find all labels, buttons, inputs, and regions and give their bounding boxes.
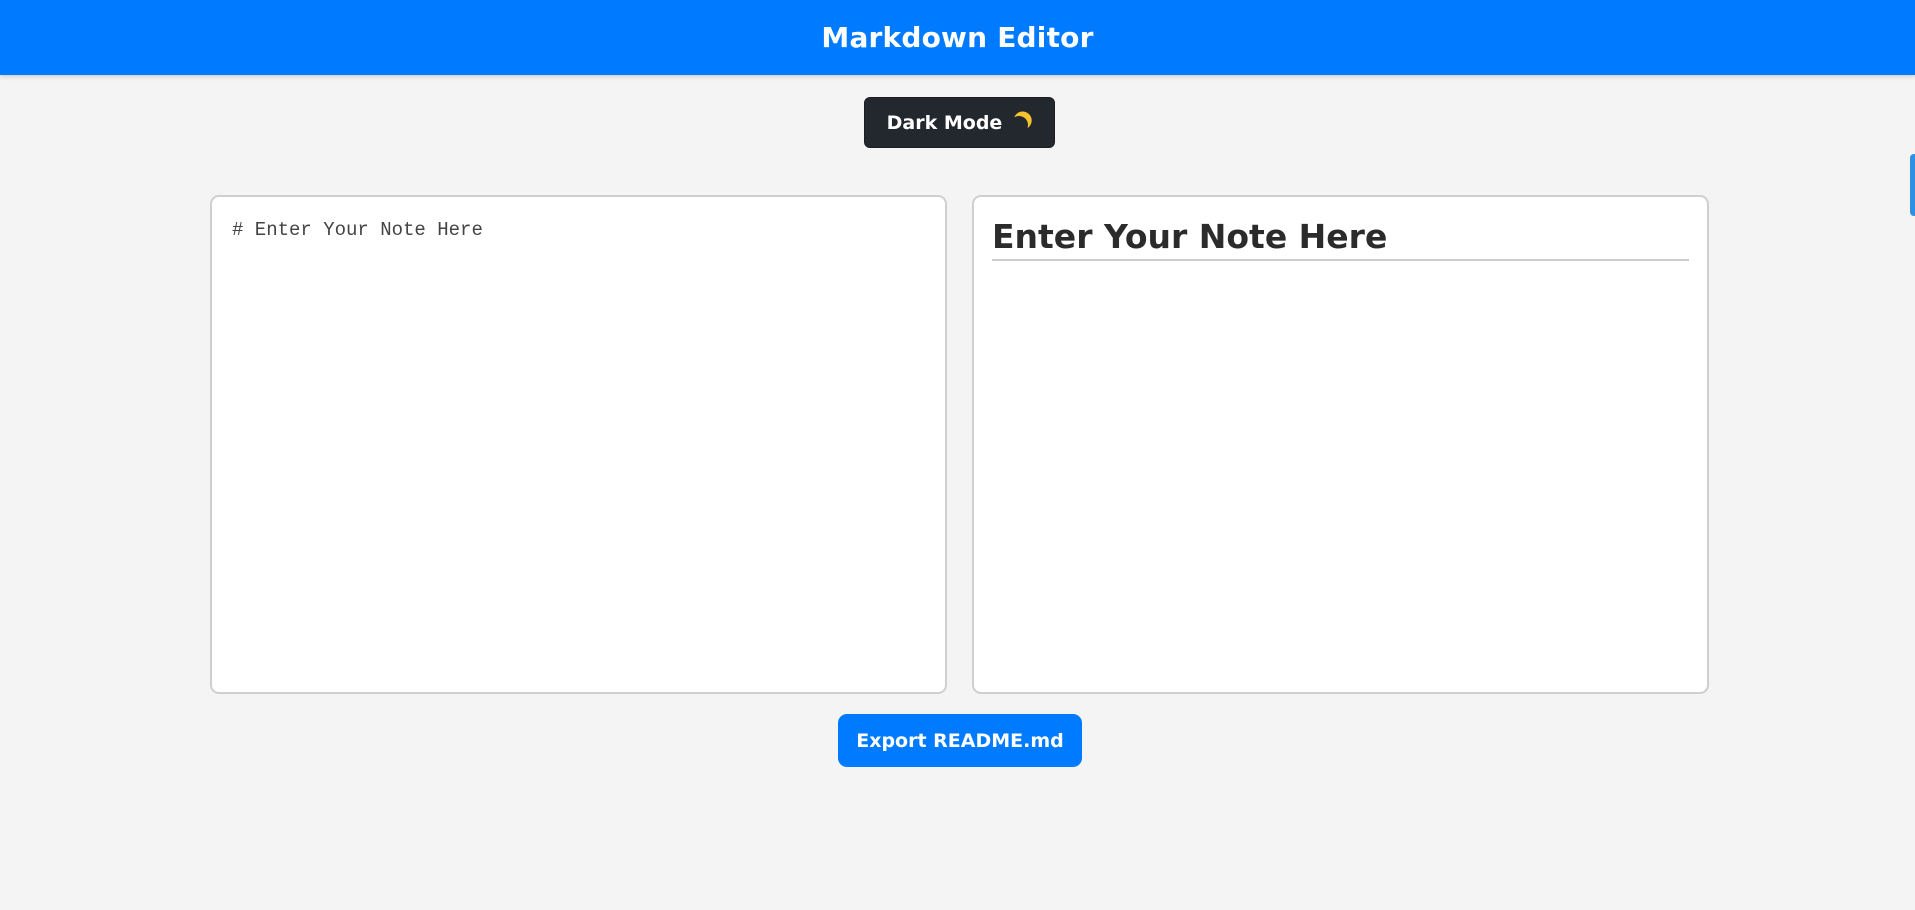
markdown-preview-pane: Enter Your Note Here <box>972 195 1709 694</box>
export-readme-button[interactable]: Export README.md <box>838 714 1082 767</box>
dark-mode-toggle-button[interactable]: Dark Mode <box>864 97 1055 148</box>
side-scroll-tab[interactable] <box>1910 154 1915 216</box>
app-header: Markdown Editor <box>0 0 1915 75</box>
preview-heading: Enter Your Note Here <box>992 217 1689 261</box>
markdown-editor-pane: # Enter Your Note Here <box>210 195 947 694</box>
preview-content: Enter Your Note Here <box>992 217 1689 261</box>
app-title: Markdown Editor <box>821 21 1094 54</box>
markdown-input[interactable]: # Enter Your Note Here <box>212 197 945 692</box>
dark-mode-label: Dark Mode <box>886 111 1003 134</box>
moon-icon <box>1008 113 1031 136</box>
